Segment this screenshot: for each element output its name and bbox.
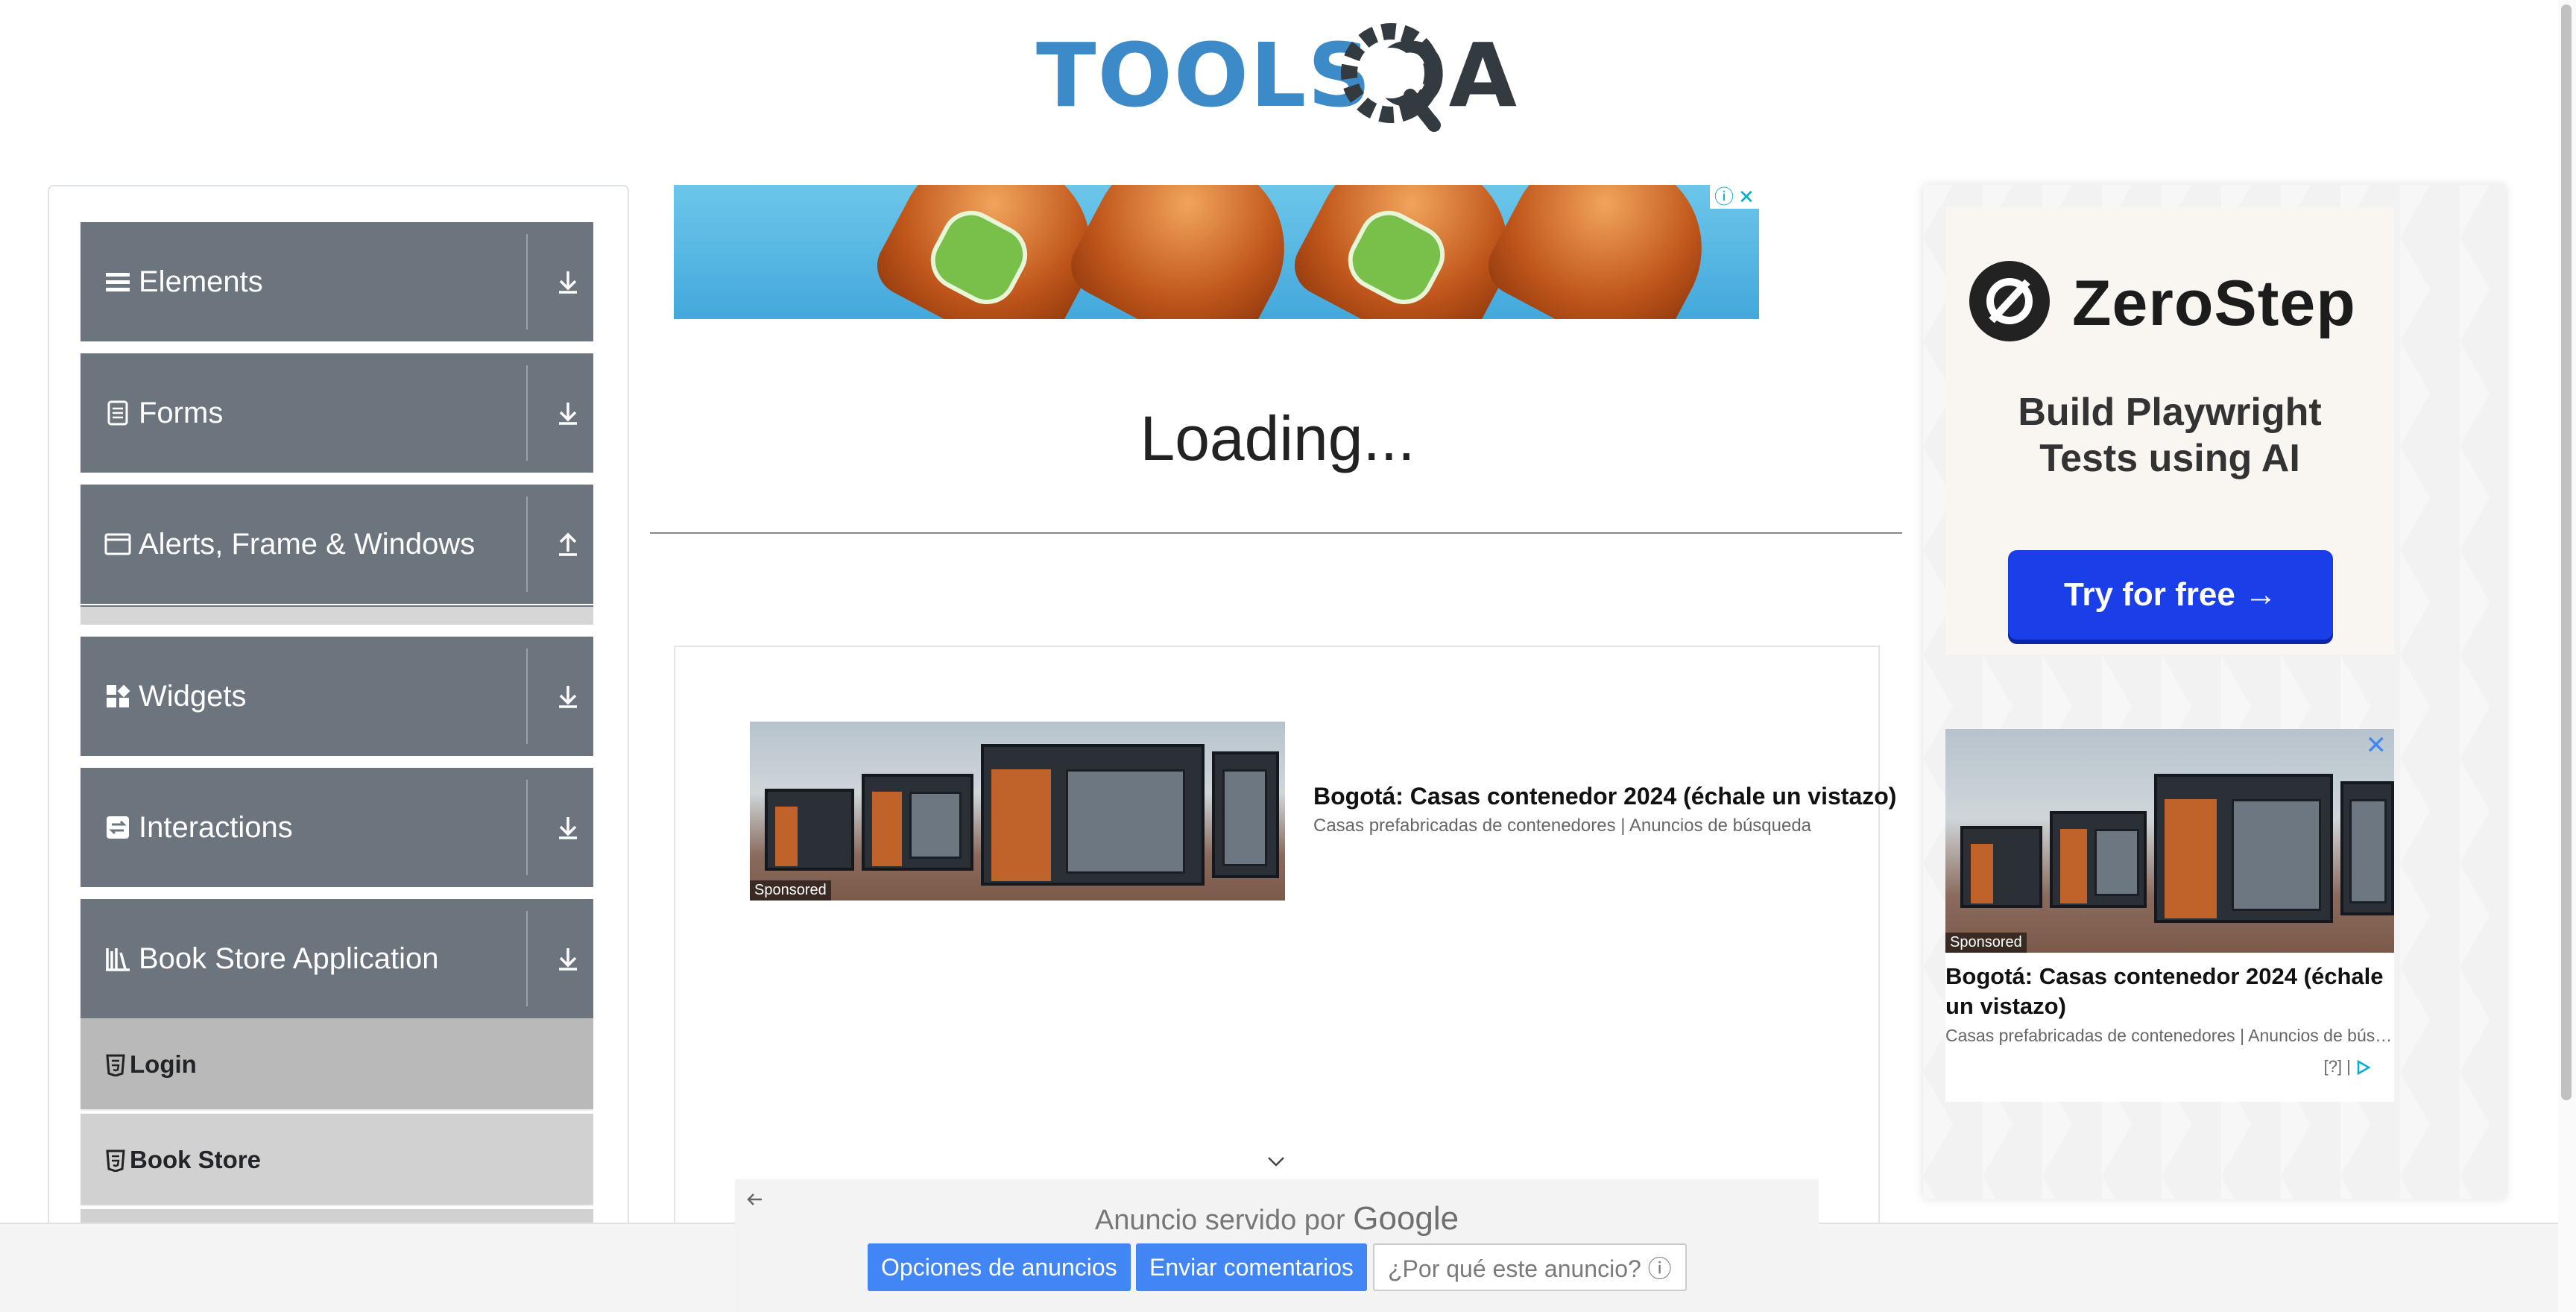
native-ad-title[interactable]: Bogotá: Casas contenedor 2024 (échale un… xyxy=(1313,783,1896,810)
sponsored-label: Sponsored xyxy=(750,880,831,901)
served-by-text: Anuncio servido por xyxy=(1094,1205,1345,1236)
sidebar-group-interactions[interactable]: Interactions xyxy=(80,768,593,887)
container-house-image[interactable]: Sponsored xyxy=(750,722,1285,901)
download-arrow-icon[interactable] xyxy=(553,813,583,842)
chevron-down-icon[interactable] xyxy=(1266,1151,1287,1172)
hamburger-icon xyxy=(106,273,130,291)
page: TOOLSQA Elements Forms Alerts, Frame & W… xyxy=(0,0,2576,1312)
upload-arrow-icon[interactable] xyxy=(553,529,583,559)
ad-help[interactable]: [?] | xyxy=(2324,1057,2372,1076)
sidebar-group-label: Book Store Application xyxy=(139,942,439,975)
sidebar-group-label: Alerts, Frame & Windows xyxy=(139,528,476,561)
top-banner-ad[interactable]: ⓘ ✕ xyxy=(674,185,1759,319)
interactions-icon xyxy=(107,816,129,839)
ad-served-by: Anuncio servido por Google xyxy=(735,1200,1819,1237)
download-arrow-icon[interactable] xyxy=(553,944,583,974)
house-ad-subtitle: Casas prefabricadas de contenedores | An… xyxy=(1945,1026,2394,1045)
ad-help-text: [?] | xyxy=(2323,1057,2351,1076)
native-ad-subtitle: Casas prefabricadas de contenedores | An… xyxy=(1313,816,1812,836)
try-for-free-button[interactable]: Try for free → xyxy=(2008,550,2333,640)
sponsored-label: Sponsored xyxy=(1945,933,2027,953)
document-icon xyxy=(107,400,128,426)
gear-magnifier-icon xyxy=(1341,23,1441,132)
widgets-icon xyxy=(107,684,130,707)
download-arrow-icon[interactable] xyxy=(553,681,583,711)
scrollbar-thumb[interactable] xyxy=(2561,4,2572,1100)
close-icon[interactable]: ✕ xyxy=(1738,186,1755,207)
divider xyxy=(526,780,528,875)
why-this-ad-button[interactable]: ¿Por qué este anuncio? ⓘ xyxy=(1373,1243,1687,1291)
sidebar-group-widgets[interactable]: Widgets xyxy=(80,637,593,756)
adchoices-icon[interactable] xyxy=(2355,1060,2372,1076)
sidebar-group-label: Interactions xyxy=(139,811,293,844)
sidebar-group-elements[interactable]: Elements xyxy=(80,222,593,341)
toolsqa-logo[interactable]: TOOLSQA xyxy=(1036,21,1521,140)
ad-choices[interactable]: ⓘ ✕ xyxy=(1710,185,1759,209)
html-badge-icon xyxy=(106,1054,125,1076)
zerostep-tagline: Build Playwright Tests using AI xyxy=(1945,389,2394,482)
collapsed-submenu xyxy=(80,605,593,625)
google-wordmark: Google xyxy=(1353,1200,1459,1237)
sidebar-item-book-store[interactable]: Book Store xyxy=(80,1114,593,1206)
download-arrow-icon[interactable] xyxy=(553,267,583,297)
logo-tools-text: TOOLS xyxy=(1036,24,1373,127)
zerostep-name: ZeroStep xyxy=(2072,268,2356,339)
house-ad-title[interactable]: Bogotá: Casas contenedor 2024 (échale un… xyxy=(1945,962,2394,1021)
zerostep-logo-icon xyxy=(1969,261,2050,341)
container-house-image[interactable]: Sponsored ✕ xyxy=(1945,729,2394,953)
sidebar-group-alerts[interactable]: Alerts, Frame & Windows xyxy=(80,485,593,604)
sidebar-item-label: Book Store xyxy=(130,1146,262,1173)
right-ad-column: ZeroStep Build Playwright Tests using AI… xyxy=(1923,185,2506,1199)
send-feedback-button[interactable]: Enviar comentarios xyxy=(1136,1243,1367,1291)
divider xyxy=(526,496,528,592)
download-arrow-icon[interactable] xyxy=(553,398,583,428)
sidebar-group-label: Elements xyxy=(139,265,263,298)
window-icon xyxy=(104,533,131,555)
zerostep-ad[interactable]: ZeroStep Build Playwright Tests using AI… xyxy=(1945,207,2394,655)
divider xyxy=(526,365,528,461)
bottle-image xyxy=(1060,185,1316,319)
sidebar-group-label: Widgets xyxy=(139,680,247,713)
ad-options-button[interactable]: Opciones de anuncios xyxy=(868,1243,1131,1291)
divider xyxy=(526,234,528,329)
left-sidebar: Elements Forms Alerts, Frame & Windows W… xyxy=(48,185,629,1229)
sidebar-item-login[interactable]: Login xyxy=(80,1018,593,1111)
sidebar-group-book-store[interactable]: Book Store Application xyxy=(80,899,593,1018)
loading-text: Loading... xyxy=(1140,403,1415,473)
divider xyxy=(526,649,528,744)
tagline-line: Build Playwright xyxy=(2018,391,2322,434)
html-badge-icon xyxy=(106,1149,125,1172)
house-ad[interactable]: Sponsored ✕ Bogotá: Casas contenedor 202… xyxy=(1945,729,2394,1102)
sidebar-group-label: Forms xyxy=(139,397,224,429)
close-icon[interactable]: ✕ xyxy=(2366,731,2387,760)
google-ad-footer: Anuncio servido por Google Opciones de a… xyxy=(735,1179,1819,1312)
bottle-image xyxy=(1477,185,1734,319)
sidebar-item-label: Login xyxy=(130,1050,197,1078)
library-icon xyxy=(106,948,130,971)
divider xyxy=(526,911,528,1006)
divider xyxy=(650,532,1902,534)
sidebar-group-forms[interactable]: Forms xyxy=(80,353,593,473)
tagline-line: Tests using AI xyxy=(2039,437,2300,480)
info-icon[interactable]: ⓘ xyxy=(1714,186,1734,207)
